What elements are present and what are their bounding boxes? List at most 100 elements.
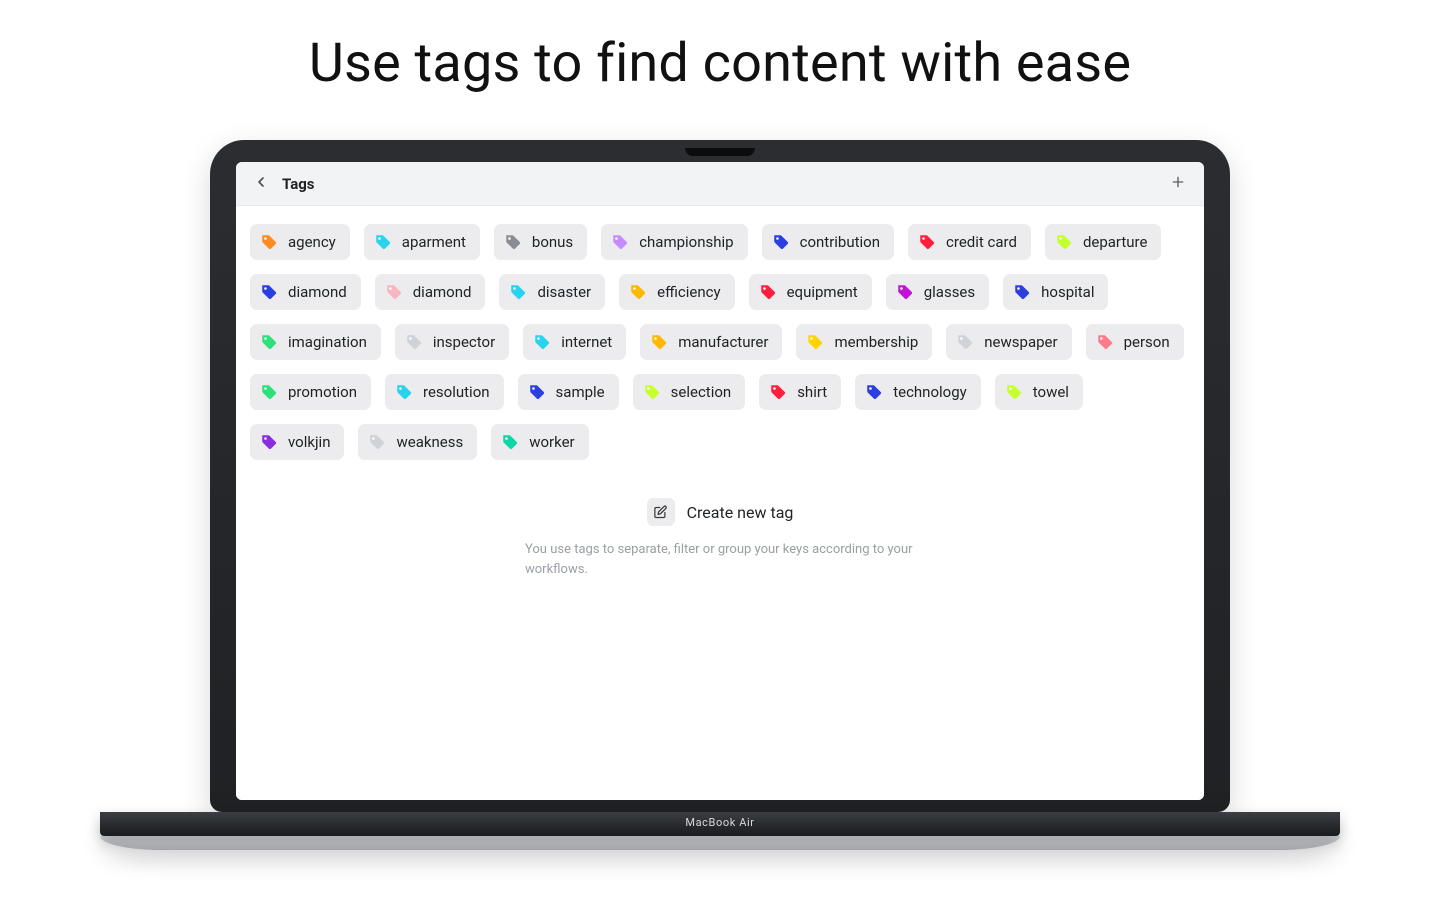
tag-chip[interactable]: inspector	[395, 324, 509, 360]
tag-label: technology	[893, 383, 967, 401]
tag-chip[interactable]: technology	[855, 374, 981, 410]
tag-chip[interactable]: disaster	[499, 274, 605, 310]
tag-icon	[395, 383, 413, 401]
tag-icon	[374, 233, 392, 251]
tag-label: championship	[639, 233, 733, 251]
create-tag-label: Create new tag	[687, 503, 794, 522]
tag-chip[interactable]: resolution	[385, 374, 504, 410]
tag-label: equipment	[787, 283, 858, 301]
tag-icon	[611, 233, 629, 251]
tag-icon	[260, 383, 278, 401]
tag-chip[interactable]: manufacturer	[640, 324, 782, 360]
tag-chip[interactable]: person	[1086, 324, 1184, 360]
tag-chip[interactable]: glasses	[886, 274, 989, 310]
tag-chip[interactable]: membership	[796, 324, 932, 360]
tag-chip[interactable]: sample	[518, 374, 619, 410]
page-title: Use tags to find content with ease	[0, 32, 1440, 95]
device-lid: Tags agency aparment bonus championship cont…	[210, 140, 1230, 812]
tag-icon	[368, 433, 386, 451]
tag-label: agency	[288, 233, 336, 251]
tag-label: towel	[1033, 383, 1069, 401]
tag-icon	[528, 383, 546, 401]
device-hinge: MacBook Air	[100, 812, 1340, 836]
tag-chip[interactable]: aparment	[364, 224, 480, 260]
tag-label: bonus	[532, 233, 573, 251]
tag-label: aparment	[402, 233, 466, 251]
tag-chip[interactable]: shirt	[759, 374, 841, 410]
tag-chip[interactable]: departure	[1045, 224, 1162, 260]
tag-chip[interactable]: selection	[633, 374, 746, 410]
tag-label: diamond	[413, 283, 472, 301]
tag-icon	[385, 283, 403, 301]
tag-label: manufacturer	[678, 333, 768, 351]
tag-icon	[501, 433, 519, 451]
back-button[interactable]	[250, 173, 272, 195]
tag-label: sample	[556, 383, 605, 401]
tag-icon	[260, 433, 278, 451]
edit-icon	[647, 498, 675, 526]
device-camera	[685, 148, 755, 156]
tag-chip[interactable]: volkjin	[250, 424, 344, 460]
tag-icon	[956, 333, 974, 351]
tag-icon	[509, 283, 527, 301]
tag-label: newspaper	[984, 333, 1057, 351]
tag-label: inspector	[433, 333, 495, 351]
tag-icon	[865, 383, 883, 401]
tag-label: diamond	[288, 283, 347, 301]
tag-chip[interactable]: efficiency	[619, 274, 734, 310]
tag-icon	[643, 383, 661, 401]
tag-label: imagination	[288, 333, 367, 351]
app-header: Tags	[236, 162, 1204, 206]
tag-label: efficiency	[657, 283, 720, 301]
tag-label: glasses	[924, 283, 975, 301]
tag-chip[interactable]: imagination	[250, 324, 381, 360]
tag-icon	[260, 233, 278, 251]
tag-label: shirt	[797, 383, 827, 401]
tag-chip[interactable]: weakness	[358, 424, 477, 460]
tag-chip[interactable]: newspaper	[946, 324, 1071, 360]
tag-chip[interactable]: championship	[601, 224, 747, 260]
tag-label: resolution	[423, 383, 490, 401]
add-button[interactable]	[1166, 172, 1190, 196]
tag-label: credit card	[946, 233, 1017, 251]
tag-grid: agency aparment bonus championship contribut…	[250, 224, 1190, 460]
tag-chip[interactable]: agency	[250, 224, 350, 260]
tag-chip[interactable]: equipment	[749, 274, 872, 310]
chevron-left-icon	[253, 174, 269, 194]
device-screen: Tags agency aparment bonus championship cont…	[236, 162, 1204, 800]
tag-label: disaster	[537, 283, 591, 301]
tag-icon	[1096, 333, 1114, 351]
tag-chip[interactable]: towel	[995, 374, 1083, 410]
tag-chip[interactable]: credit card	[908, 224, 1031, 260]
tag-label: internet	[561, 333, 612, 351]
tag-label: person	[1124, 333, 1170, 351]
tag-icon	[405, 333, 423, 351]
create-tag-button[interactable]: Create new tag	[647, 498, 794, 526]
tag-icon	[260, 283, 278, 301]
device-laptop: Tags agency aparment bonus championship cont…	[210, 140, 1230, 850]
tag-label: worker	[529, 433, 574, 451]
help-text: You use tags to separate, filter or grou…	[525, 540, 915, 579]
tag-icon	[504, 233, 522, 251]
tag-chip[interactable]: contribution	[762, 224, 894, 260]
tag-label: membership	[834, 333, 918, 351]
tag-chip[interactable]: hospital	[1003, 274, 1108, 310]
tag-chip[interactable]: diamond	[250, 274, 361, 310]
tag-chip[interactable]: bonus	[494, 224, 587, 260]
tag-icon	[533, 333, 551, 351]
tag-chip[interactable]: internet	[523, 324, 626, 360]
tag-chip[interactable]: diamond	[375, 274, 486, 310]
tag-icon	[1005, 383, 1023, 401]
tag-icon	[759, 283, 777, 301]
tag-chip[interactable]: worker	[491, 424, 588, 460]
device-base	[100, 836, 1340, 850]
tag-chip[interactable]: promotion	[250, 374, 371, 410]
tag-label: departure	[1083, 233, 1148, 251]
tag-icon	[1055, 233, 1073, 251]
tag-icon	[1013, 283, 1031, 301]
tag-icon	[896, 283, 914, 301]
tag-label: hospital	[1041, 283, 1094, 301]
tag-icon	[806, 333, 824, 351]
device-label: MacBook Air	[685, 816, 754, 829]
tag-icon	[769, 383, 787, 401]
